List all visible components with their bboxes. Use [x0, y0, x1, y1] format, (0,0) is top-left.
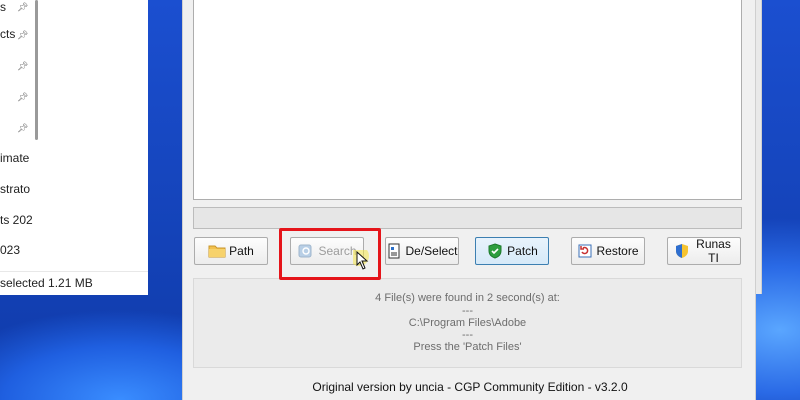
path-button-label: Path — [229, 244, 254, 258]
version-footer: Original version by uncia - CGP Communit… — [312, 380, 628, 394]
restore-icon — [577, 243, 593, 259]
quick-access-item[interactable]: imate — [0, 151, 36, 171]
status-info-panel: 4 File(s) were found in 2 second(s) at: … — [193, 278, 742, 368]
shield-check-icon — [486, 243, 504, 259]
restore-button[interactable]: Restore — [571, 237, 645, 265]
explorer-scrollbar[interactable] — [35, 0, 38, 140]
progress-bar — [193, 207, 742, 229]
quick-access-item[interactable]: ts 202 — [0, 213, 36, 233]
explorer-status-bar: selected 1.21 MB — [0, 276, 93, 290]
quick-access-label: 023 — [0, 243, 21, 257]
status-path: C:\Program Files\Adobe — [408, 317, 527, 329]
pin-icon: 📌︎ — [17, 61, 29, 71]
restore-button-label: Restore — [596, 244, 639, 258]
quick-access-label: s — [0, 0, 6, 14]
deselect-button-label: De/Select — [405, 244, 458, 258]
patch-button-label: Patch — [507, 244, 538, 258]
status-instruction: Press the 'Patch Files' — [413, 341, 522, 353]
quick-access-item[interactable]: strato — [0, 182, 36, 202]
status-divider — [0, 271, 148, 272]
runas-ti-button[interactable]: Runas TI — [667, 237, 741, 265]
window-edge — [756, 0, 762, 294]
search-button[interactable]: Search — [290, 237, 364, 265]
status-line: 4 File(s) were found in 2 second(s) at: — [375, 292, 560, 304]
quick-access-label: cts — [0, 27, 16, 41]
runas-ti-button-label: Runas TI — [696, 237, 731, 265]
status-separator: --- — [462, 329, 473, 341]
quick-access-label: imate — [0, 151, 30, 165]
file-list-area[interactable] — [193, 0, 742, 200]
file-explorer-pane: s 📌︎ cts 📌︎ 📌︎ 📌︎ 📌︎ imate strato ts 202… — [0, 0, 148, 295]
pin-icon: 📌︎ — [17, 30, 29, 40]
pin-icon: 📌︎ — [17, 2, 29, 12]
uac-shield-icon — [674, 243, 690, 259]
select-document-icon — [386, 243, 402, 259]
quick-access-item[interactable]: 023 — [0, 243, 36, 263]
quick-access-label: strato — [0, 182, 31, 196]
status-separator: --- — [462, 305, 473, 317]
patch-button[interactable]: Patch — [475, 237, 549, 265]
quick-access-label: ts 202 — [0, 213, 33, 227]
path-button[interactable]: Path — [194, 237, 268, 265]
search-files-icon — [297, 243, 315, 259]
patcher-window: Path Search De/Select Patch Restore Runa… — [182, 0, 756, 400]
deselect-button[interactable]: De/Select — [385, 237, 459, 265]
folder-icon — [208, 243, 226, 259]
pin-icon: 📌︎ — [17, 92, 29, 102]
search-button-label: Search — [318, 244, 357, 258]
pin-icon: 📌︎ — [17, 123, 29, 133]
